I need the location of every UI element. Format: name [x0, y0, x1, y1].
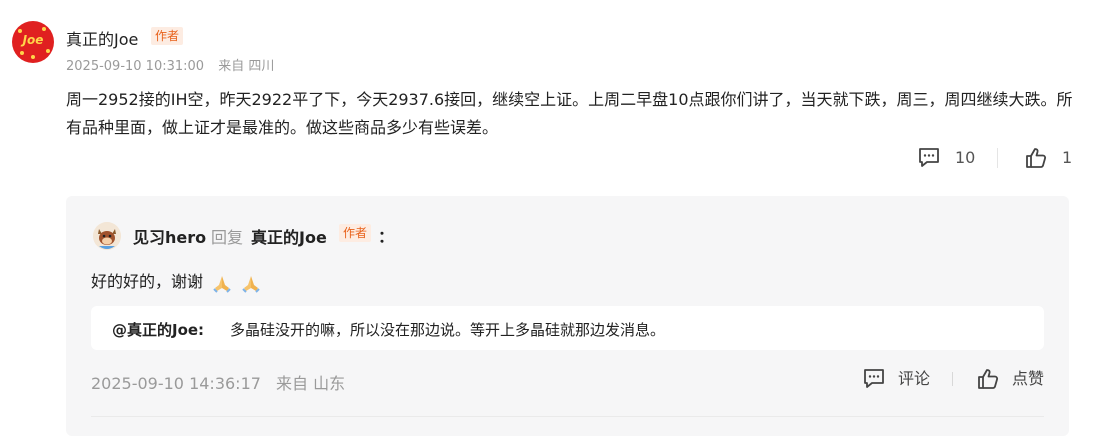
like-count: 1 — [1062, 148, 1073, 167]
comment-icon — [864, 369, 884, 388]
reply-target-name[interactable]: 真正的Joe — [251, 224, 327, 248]
quoted-author[interactable]: @真正的Joe: — [112, 319, 204, 340]
folded-hands-emoji — [242, 275, 260, 293]
reply-like-label: 点赞 — [1012, 369, 1045, 388]
folded-hands-emoji — [213, 275, 231, 293]
thumbs-up-icon — [1026, 148, 1047, 168]
thumbs-up-icon — [978, 369, 999, 389]
comment-button[interactable]: 10 — [917, 146, 975, 170]
reply-action-divider — [952, 372, 953, 386]
comment-icon — [919, 148, 939, 167]
reply-like-button[interactable]: 点赞 — [976, 367, 1044, 391]
reply-text: 好的好的，谢谢 — [91, 272, 204, 291]
author-name[interactable]: 真正的Joe — [66, 26, 138, 50]
post-content: 周一2952接的IH空，昨天2922平了下，今天2937.6接回，继续空上证。上… — [66, 90, 1073, 137]
reply-comment-label: 评论 — [898, 369, 931, 388]
reply-target-badge: 作者 — [339, 224, 372, 242]
divider — [91, 416, 1044, 417]
like-button[interactable]: 1 — [1024, 146, 1072, 170]
reply-author-name[interactable]: 见习hero — [133, 224, 206, 248]
reply-meta: 2025-09-10 14:36:17 来自 山东 — [91, 370, 345, 394]
reply-word: 回复 — [211, 228, 244, 247]
author-badge: 作者 — [151, 27, 184, 45]
cartoon-avatar-icon — [93, 222, 121, 250]
post-timestamp: 2025-09-10 10:31:00 — [66, 59, 205, 74]
post-location: 来自 四川 — [218, 59, 275, 74]
author-avatar[interactable]: Joe — [12, 21, 54, 63]
quoted-text: 多晶硅没开的嘛，所以没在那边说。等开上多晶硅就那边发消息。 — [230, 321, 666, 339]
comment-count: 10 — [955, 148, 976, 167]
reply-location: 来自 山东 — [276, 374, 346, 393]
reply-content: 好的好的，谢谢 — [91, 268, 261, 293]
reply-colon: ： — [378, 227, 395, 246]
reply-timestamp: 2025-09-10 14:36:17 — [91, 374, 261, 393]
avatar-logo-text: Joe — [22, 33, 44, 47]
reply-avatar[interactable] — [93, 222, 121, 250]
action-divider — [997, 148, 998, 168]
reply-comment-button[interactable]: 评论 — [862, 367, 930, 391]
post-meta: 2025-09-10 10:31:00 来自 四川 — [66, 55, 274, 74]
